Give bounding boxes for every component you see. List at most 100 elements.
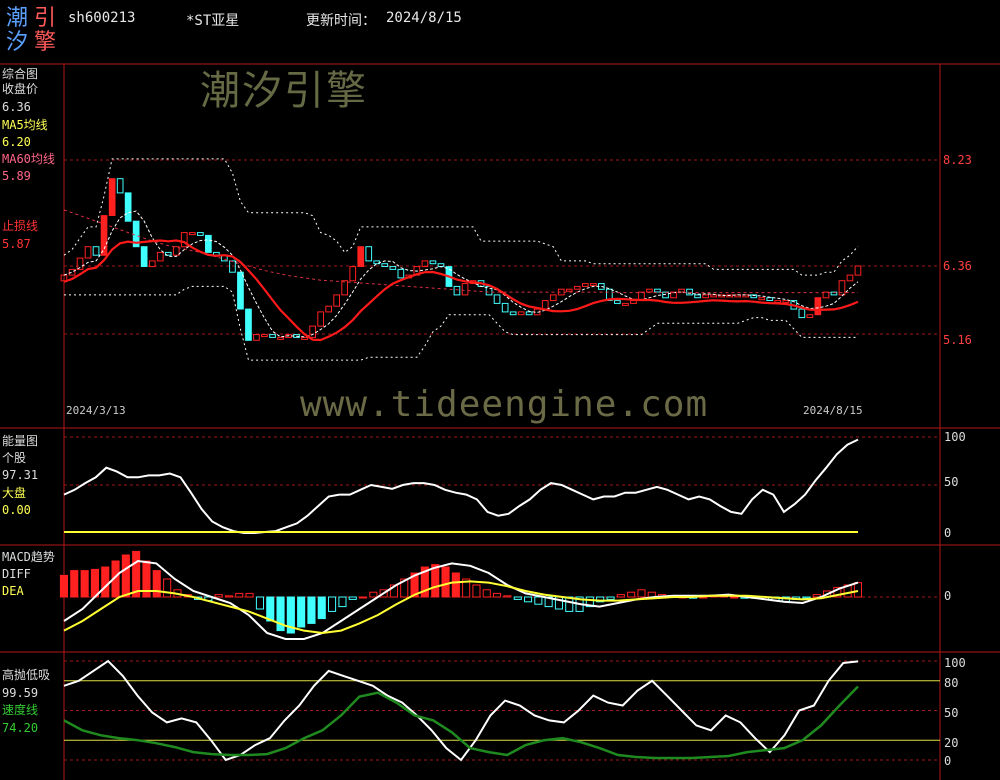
up-candle bbox=[710, 294, 717, 298]
up-candle bbox=[573, 285, 581, 290]
down-candle bbox=[124, 192, 132, 222]
macd-bar-pos bbox=[214, 594, 223, 598]
macd-bar-pos bbox=[80, 570, 89, 598]
up-candle bbox=[590, 283, 597, 287]
down-candle bbox=[493, 294, 501, 304]
macd-bar-pos bbox=[482, 589, 491, 598]
close-value: 6.36 bbox=[2, 100, 31, 114]
diff-label: DIFF bbox=[2, 567, 31, 581]
macd-bar-pos bbox=[101, 566, 110, 598]
candlestick-panel bbox=[60, 158, 940, 361]
market-label: 大盘 bbox=[2, 486, 27, 500]
macd-bar-pos bbox=[59, 574, 69, 598]
stock-energy-value: 97.31 bbox=[2, 468, 39, 482]
up-candle bbox=[565, 288, 573, 292]
panel4-title: 高抛低吸 bbox=[2, 668, 51, 682]
p4-axis-80: 80 bbox=[944, 676, 959, 690]
down-candle bbox=[205, 234, 212, 253]
up-candle bbox=[541, 300, 549, 310]
up-candle bbox=[806, 314, 814, 319]
up-candle bbox=[309, 325, 316, 338]
up-candle bbox=[646, 288, 653, 293]
dea-line bbox=[63, 580, 859, 635]
macd-bar-pos bbox=[627, 591, 636, 598]
lower-band bbox=[64, 285, 858, 361]
macd-bar-neg bbox=[266, 596, 275, 622]
macd-bar-neg bbox=[606, 596, 615, 600]
up-candle bbox=[622, 302, 629, 306]
up-candle bbox=[333, 294, 340, 307]
down-candle bbox=[92, 246, 100, 256]
market-value: 0.00 bbox=[2, 503, 31, 517]
down-candle bbox=[237, 271, 244, 310]
up-candle bbox=[108, 178, 116, 216]
dea-label: DEA bbox=[2, 584, 24, 598]
macd-bar-pos bbox=[163, 578, 172, 598]
p2-axis-100: 100 bbox=[944, 430, 966, 444]
macd-bar-pos bbox=[235, 592, 244, 598]
up-candle bbox=[325, 305, 332, 313]
up-candle bbox=[156, 251, 164, 262]
macd-bar-neg bbox=[534, 596, 543, 605]
highlow-panel bbox=[63, 659, 940, 762]
up-candle bbox=[357, 246, 365, 267]
down-candle bbox=[381, 263, 389, 268]
macd-bar-neg bbox=[317, 596, 326, 620]
macd-bar-pos bbox=[451, 572, 460, 598]
p1-axis-top: 8.23 bbox=[943, 153, 972, 167]
macd-bar-neg bbox=[524, 596, 533, 603]
macd-bar-pos bbox=[359, 596, 368, 599]
up-candle bbox=[758, 297, 766, 301]
down-candle bbox=[429, 260, 437, 265]
up-candle bbox=[461, 283, 469, 296]
up-candle bbox=[582, 283, 589, 287]
up-candle bbox=[349, 266, 357, 282]
macd-bar-pos bbox=[369, 591, 378, 598]
ma60-value: 5.89 bbox=[2, 169, 31, 183]
ma5-value: 6.20 bbox=[2, 135, 31, 149]
stop-label: 止损线 bbox=[2, 219, 39, 233]
up-candle bbox=[846, 274, 854, 282]
stock-energy-line bbox=[63, 438, 859, 534]
down-candle bbox=[389, 266, 397, 270]
panel3-title: MACD趋势 bbox=[2, 550, 55, 564]
p4-axis-50: 50 bbox=[944, 706, 959, 720]
macd-bar-pos bbox=[503, 595, 512, 598]
macd-bar-neg bbox=[348, 596, 357, 600]
down-candle bbox=[116, 178, 124, 194]
down-candle bbox=[140, 246, 148, 267]
down-candle bbox=[365, 246, 373, 262]
down-candle bbox=[453, 285, 461, 296]
macd-bar-pos bbox=[441, 566, 450, 598]
p4-axis-20: 20 bbox=[944, 736, 959, 750]
macd-panel bbox=[59, 550, 940, 640]
date-start: 2024/3/13 bbox=[66, 404, 126, 417]
macd-bar-pos bbox=[472, 584, 481, 598]
down-candle bbox=[501, 302, 509, 313]
up-candle bbox=[253, 334, 260, 341]
up-candle bbox=[517, 311, 525, 316]
highlow-value: 99.59 bbox=[2, 686, 39, 700]
macd-bar-neg bbox=[513, 596, 522, 600]
upper-band bbox=[63, 158, 859, 276]
p1-axis-mid: 6.36 bbox=[943, 259, 972, 273]
down-candle bbox=[509, 311, 517, 316]
down-candle bbox=[766, 297, 774, 302]
macd-bar-pos bbox=[90, 568, 100, 598]
down-candle bbox=[694, 294, 701, 299]
down-candle bbox=[614, 300, 621, 304]
up-candle bbox=[261, 334, 268, 338]
p2-axis-50: 50 bbox=[944, 475, 959, 489]
macd-bar-neg bbox=[328, 596, 337, 612]
macd-bar-neg bbox=[255, 596, 264, 610]
up-candle bbox=[630, 300, 637, 304]
p4-axis-0: 0 bbox=[944, 754, 952, 768]
up-candle bbox=[702, 294, 709, 299]
p2-axis-0: 0 bbox=[944, 526, 952, 540]
macd-bar-neg bbox=[338, 596, 347, 608]
down-candle bbox=[245, 308, 252, 341]
macd-bar-pos bbox=[730, 596, 739, 599]
ma60-label: MA60均线 bbox=[2, 152, 55, 166]
macd-bar-pos bbox=[616, 594, 625, 598]
down-candle bbox=[686, 288, 693, 296]
